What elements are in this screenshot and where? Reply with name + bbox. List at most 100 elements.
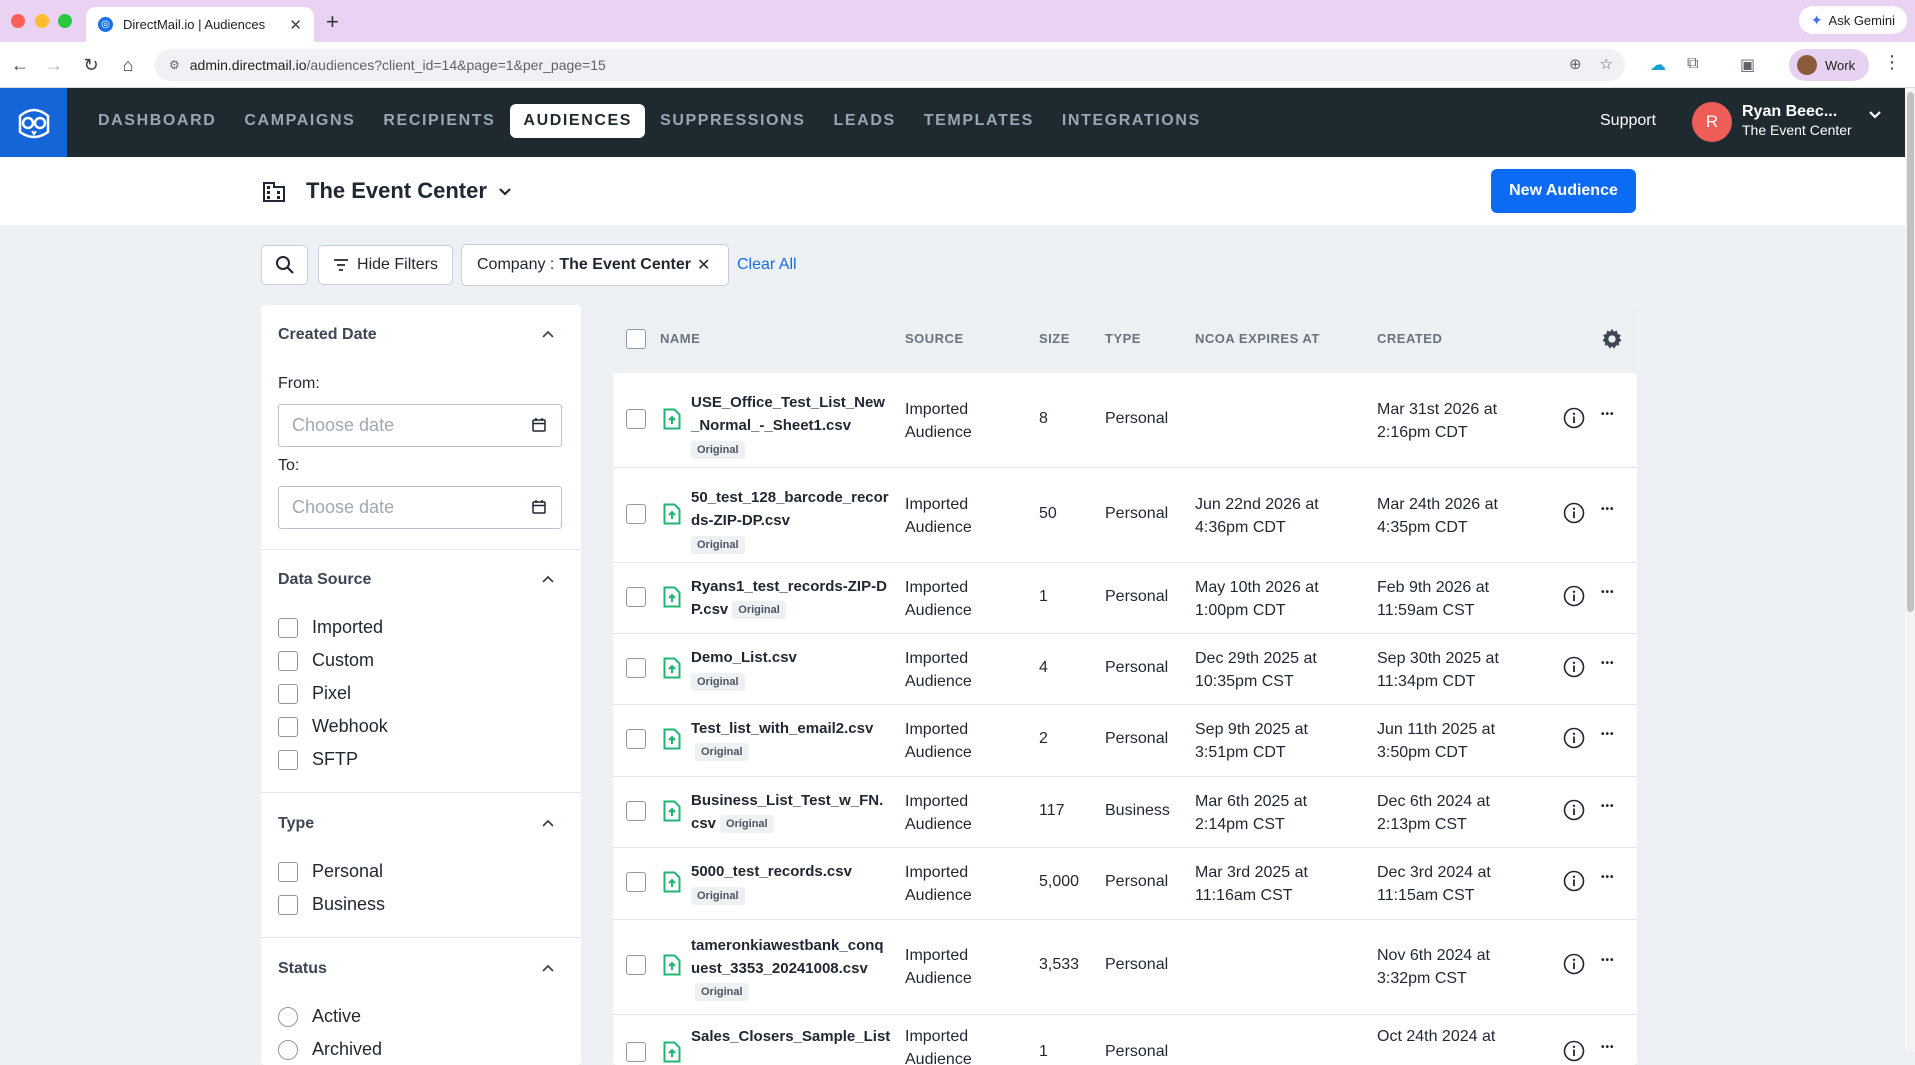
- calendar-icon[interactable]: [531, 417, 547, 433]
- close-icon[interactable]: ✕: [289, 16, 302, 34]
- column-header-ncoa[interactable]: NCOA EXPIRES AT: [1195, 331, 1320, 346]
- table-row[interactable]: 50_test_128_barcode_records-ZIP-DP.csv Or…: [613, 468, 1637, 563]
- audience-name[interactable]: 5000_test_records.csv Original: [691, 860, 891, 906]
- table-row[interactable]: Ryans1_test_records-ZIP-DP.csv Original Im…: [613, 563, 1637, 634]
- clear-all-link[interactable]: Clear All: [737, 256, 797, 274]
- zoom-icon[interactable]: ⊕: [1569, 55, 1582, 73]
- user-avatar[interactable]: R: [1692, 102, 1732, 142]
- table-row[interactable]: Business_List_Test_w_FN.csv Original Impor…: [613, 777, 1637, 848]
- ask-gemini-button[interactable]: ✦ Ask Gemini: [1798, 6, 1907, 34]
- audience-name[interactable]: 50_test_128_barcode_records-ZIP-DP.csv Or…: [691, 486, 891, 555]
- chevron-up-icon[interactable]: [539, 570, 557, 588]
- audience-name[interactable]: Demo_List.csv Original: [691, 646, 891, 692]
- info-icon[interactable]: [1563, 656, 1585, 678]
- source-option-custom[interactable]: Custom: [278, 650, 374, 671]
- forward-arrow-icon[interactable]: →: [42, 53, 66, 77]
- row-checkbox[interactable]: [626, 504, 646, 524]
- search-button[interactable]: [261, 245, 308, 285]
- gear-icon[interactable]: [1601, 328, 1623, 350]
- radio[interactable]: [278, 1006, 298, 1027]
- home-icon[interactable]: ⌂: [116, 53, 140, 77]
- checkbox[interactable]: [278, 617, 298, 638]
- nav-suppressions[interactable]: SUPPRESSIONS: [647, 104, 818, 138]
- column-header-size[interactable]: SIZE: [1039, 331, 1070, 346]
- row-checkbox[interactable]: [626, 1042, 646, 1062]
- row-checkbox[interactable]: [626, 658, 646, 678]
- radio[interactable]: [278, 1039, 298, 1060]
- column-header-source[interactable]: SOURCE: [905, 331, 964, 346]
- more-actions-icon[interactable]: •••: [1601, 867, 1615, 889]
- nav-recipients[interactable]: RECIPIENTS: [370, 104, 508, 138]
- checkbox[interactable]: [278, 650, 298, 671]
- back-arrow-icon[interactable]: ←: [8, 53, 32, 77]
- from-date-input[interactable]: Choose date: [278, 404, 562, 447]
- window-close-button[interactable]: [11, 14, 25, 28]
- calendar-icon[interactable]: [531, 499, 547, 515]
- site-info-icon[interactable]: ⚙: [169, 58, 180, 72]
- chevron-down-icon[interactable]: [498, 187, 512, 197]
- reload-icon[interactable]: ↻: [79, 53, 103, 77]
- user-name[interactable]: Ryan Beec...: [1742, 103, 1837, 121]
- new-audience-button[interactable]: New Audience: [1491, 169, 1636, 213]
- audience-name[interactable]: USE_Office_Test_List_New_Normal_-_Sheet1…: [691, 391, 891, 460]
- nav-dashboard[interactable]: DASHBOARD: [85, 104, 229, 138]
- audience-name[interactable]: Business_List_Test_w_FN.csv Original: [691, 789, 891, 835]
- column-header-type[interactable]: TYPE: [1105, 331, 1141, 346]
- chevron-up-icon[interactable]: [539, 814, 557, 832]
- chevron-up-icon[interactable]: [539, 959, 557, 977]
- more-actions-icon[interactable]: •••: [1601, 653, 1615, 675]
- table-row[interactable]: Sales_Closers_Sample_List Imported Audien…: [613, 1015, 1637, 1065]
- bookmark-star-icon[interactable]: ☆: [1600, 55, 1613, 73]
- more-actions-icon[interactable]: •••: [1601, 724, 1615, 746]
- row-checkbox[interactable]: [626, 587, 646, 607]
- profile-button[interactable]: Work: [1789, 49, 1869, 81]
- more-actions-icon[interactable]: •••: [1601, 1037, 1615, 1059]
- window-minimize-button[interactable]: [35, 14, 49, 28]
- page-scrollbar[interactable]: [1905, 88, 1915, 1051]
- chevron-up-icon[interactable]: [539, 325, 557, 343]
- row-checkbox[interactable]: [626, 955, 646, 975]
- info-icon[interactable]: [1563, 407, 1585, 429]
- row-checkbox[interactable]: [626, 409, 646, 429]
- more-actions-icon[interactable]: •••: [1601, 796, 1615, 818]
- type-option-personal[interactable]: Personal: [278, 861, 383, 882]
- nav-audiences[interactable]: AUDIENCES: [510, 104, 646, 138]
- info-icon[interactable]: [1563, 953, 1585, 975]
- cloud-extension-icon[interactable]: ☁: [1650, 55, 1666, 75]
- more-actions-icon[interactable]: •••: [1601, 404, 1615, 426]
- column-header-name[interactable]: NAME: [660, 331, 700, 346]
- checkbox[interactable]: [278, 749, 298, 770]
- source-option-sftp[interactable]: SFTP: [278, 749, 358, 770]
- table-row[interactable]: tameronkiawestbank_conquest_3353_2024100…: [613, 920, 1637, 1015]
- source-option-pixel[interactable]: Pixel: [278, 683, 351, 704]
- checkbox[interactable]: [278, 894, 298, 915]
- extensions-puzzle-icon[interactable]: ⧉: [1687, 55, 1698, 73]
- to-date-input[interactable]: Choose date: [278, 486, 562, 529]
- more-actions-icon[interactable]: •••: [1601, 499, 1615, 521]
- support-link[interactable]: Support: [1600, 112, 1656, 130]
- hide-filters-button[interactable]: Hide Filters: [318, 245, 453, 285]
- scroll-thumb[interactable]: [1907, 92, 1914, 612]
- nav-leads[interactable]: LEADS: [821, 104, 909, 138]
- close-icon[interactable]: ✕: [697, 255, 710, 275]
- window-zoom-button[interactable]: [58, 14, 72, 28]
- status-option-active[interactable]: Active: [278, 1006, 361, 1027]
- checkbox[interactable]: [278, 861, 298, 882]
- type-option-business[interactable]: Business: [278, 894, 385, 915]
- source-option-webhook[interactable]: Webhook: [278, 716, 388, 737]
- status-option-archived[interactable]: Archived: [278, 1039, 382, 1060]
- nav-templates[interactable]: TEMPLATES: [911, 104, 1047, 138]
- info-icon[interactable]: [1563, 727, 1585, 749]
- address-bar[interactable]: ⚙ admin.directmail.io/audiences?client_i…: [155, 49, 1625, 81]
- browser-menu-icon[interactable]: ⋮: [1883, 52, 1901, 73]
- more-actions-icon[interactable]: •••: [1601, 950, 1615, 972]
- checkbox[interactable]: [278, 683, 298, 704]
- info-icon[interactable]: [1563, 1040, 1585, 1062]
- audience-name[interactable]: Ryans1_test_records-ZIP-DP.csv Original: [691, 575, 891, 621]
- info-icon[interactable]: [1563, 870, 1585, 892]
- nav-integrations[interactable]: INTEGRATIONS: [1049, 104, 1214, 138]
- browser-tab[interactable]: ◎ DirectMail.io | Audiences ✕: [86, 7, 314, 42]
- tab-search-icon[interactable]: ▣: [1740, 55, 1755, 75]
- row-checkbox[interactable]: [626, 801, 646, 821]
- table-row[interactable]: Test_list_with_email2.csv Original Importe…: [613, 705, 1637, 777]
